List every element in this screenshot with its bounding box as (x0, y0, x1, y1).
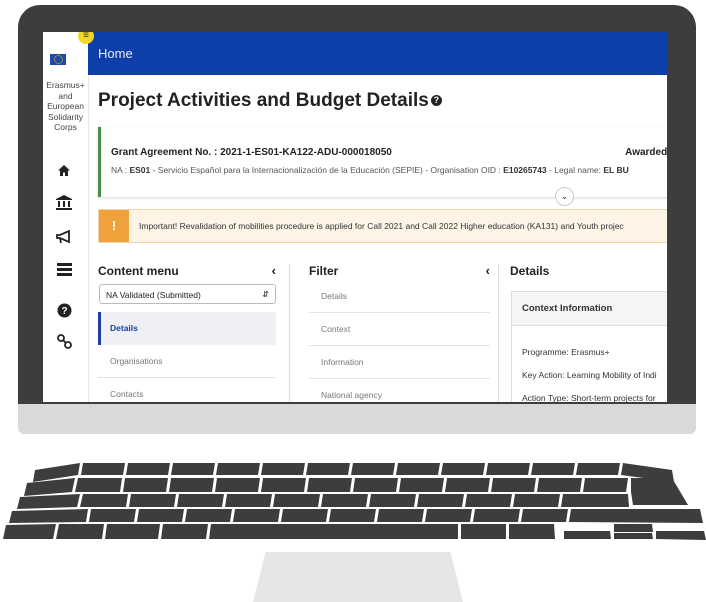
keyboard-illustration (3, 463, 706, 540)
laptop-stand (253, 552, 463, 602)
keyboard-keys (3, 463, 706, 540)
